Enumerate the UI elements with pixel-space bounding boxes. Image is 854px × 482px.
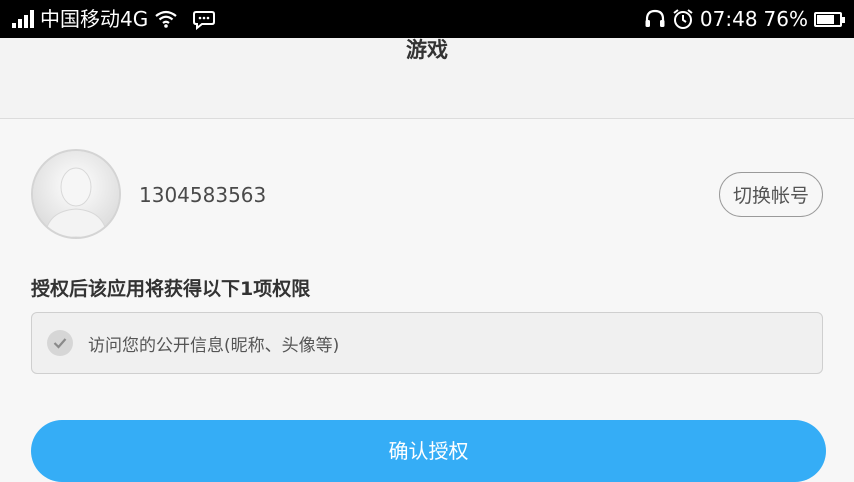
page-title: 游戏	[406, 38, 448, 62]
status-bar-right: 07:48 76%	[644, 7, 845, 31]
default-avatar-icon	[33, 151, 119, 237]
checkmark-icon	[47, 330, 73, 356]
signal-icon	[12, 10, 34, 28]
wifi-icon	[155, 10, 177, 28]
permission-item[interactable]: 访问您的公开信息(昵称、头像等)	[31, 312, 823, 374]
battery-fill	[817, 14, 834, 24]
avatar	[31, 149, 121, 239]
carrier-text: 中国移动4G	[40, 7, 149, 31]
app-header: 游戏	[0, 38, 854, 119]
battery-percent: 76%	[763, 7, 808, 31]
permission-label: 访问您的公开信息(昵称、头像等)	[88, 335, 340, 356]
headphones-icon	[645, 9, 665, 27]
confirm-authorize-button[interactable]: 确认授权	[31, 420, 826, 482]
chat-bubble-icon	[193, 11, 216, 30]
clock-time: 07:48	[699, 7, 758, 31]
account-number: 1304583563	[139, 183, 267, 207]
permissions-title: 授权后该应用将获得以下1项权限	[31, 278, 311, 300]
switch-account-button[interactable]: 切换帐号	[719, 172, 823, 217]
status-bar-left: 中国移动4G	[12, 8, 216, 30]
status-bar: 中国移动4G 07:48 76%	[0, 0, 854, 38]
alarm-clock-icon	[673, 9, 693, 29]
battery-icon	[814, 11, 845, 27]
